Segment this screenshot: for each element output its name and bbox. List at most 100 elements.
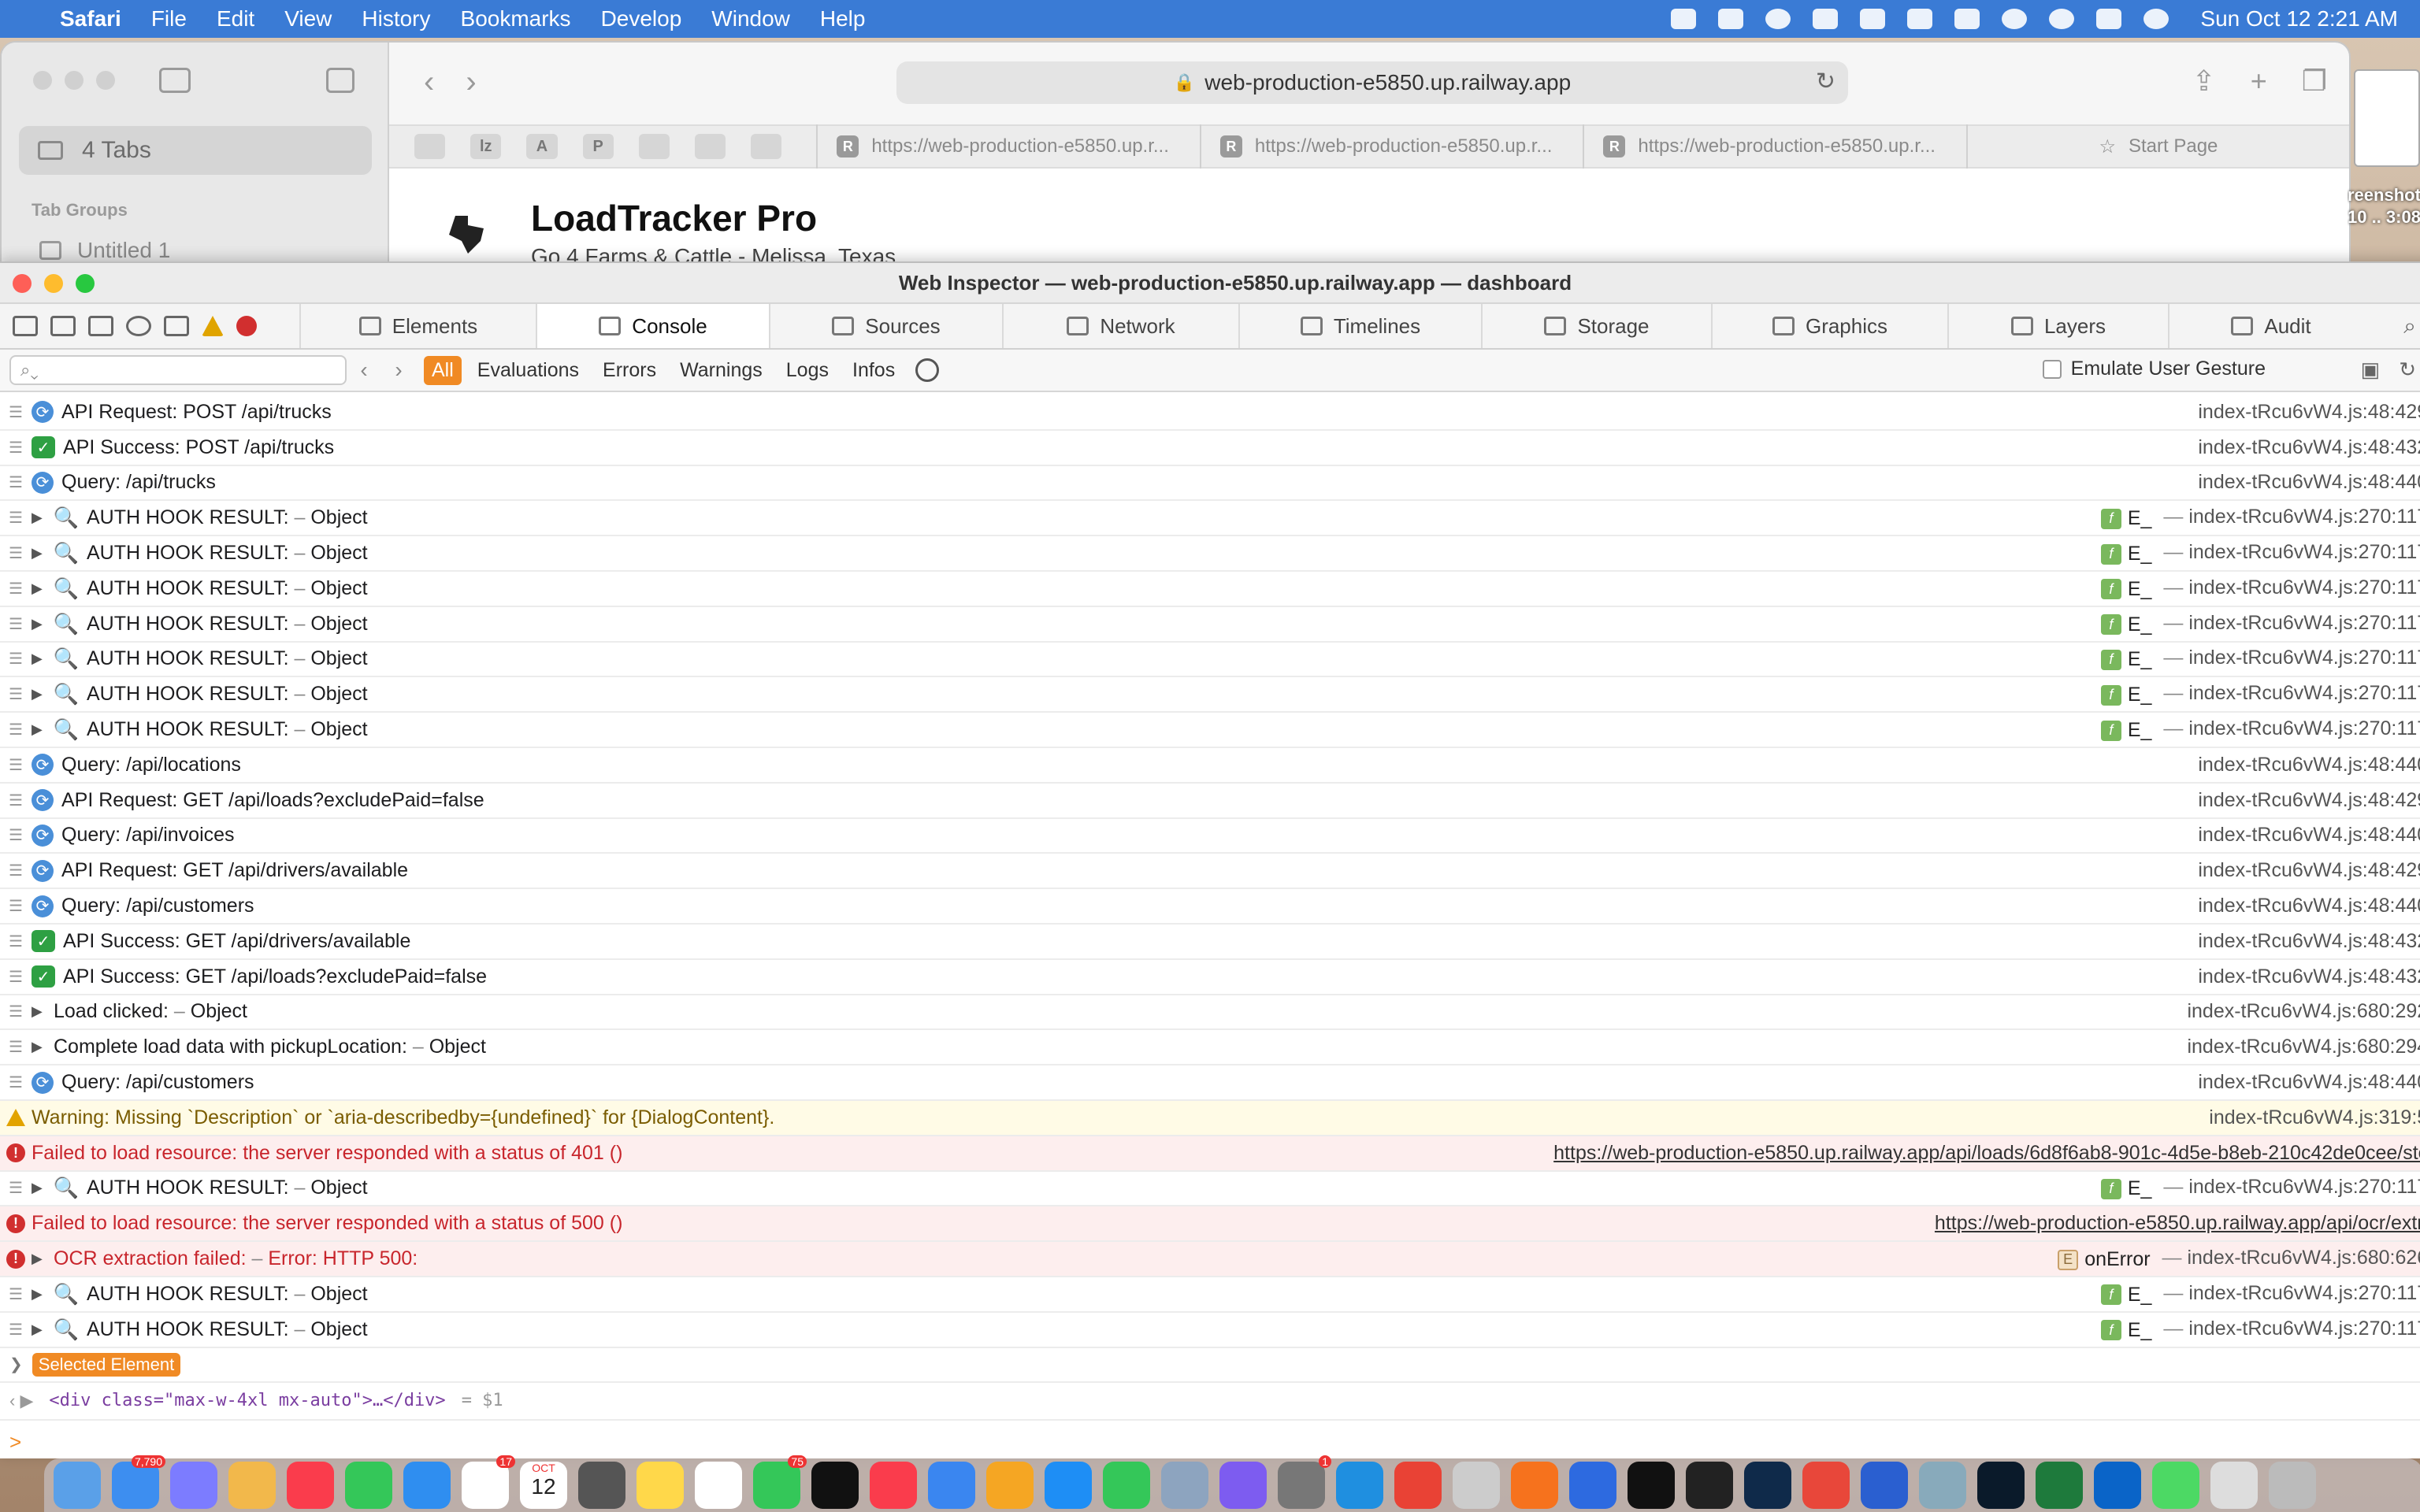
pages-icon[interactable] bbox=[986, 1462, 1034, 1509]
previous-icon[interactable]: ‹ bbox=[360, 358, 367, 383]
calendar-icon[interactable]: OCT 12 bbox=[520, 1462, 567, 1509]
messages-icon[interactable]: 75 bbox=[753, 1455, 807, 1509]
disclosure-triangle-icon[interactable]: ▶ bbox=[32, 1180, 54, 1196]
notes-icon[interactable] bbox=[637, 1462, 684, 1509]
source-location-link[interactable]: index-tRcu6vW4.js:270:11773 bbox=[2188, 576, 2420, 598]
favorite-ramp-icon[interactable] bbox=[638, 134, 670, 159]
element-picker-icon[interactable] bbox=[126, 316, 151, 336]
reload-icon[interactable]: ↻ bbox=[1816, 68, 1835, 95]
disclosure-triangle-icon[interactable]: ▶ bbox=[32, 1003, 54, 1020]
resource-link[interactable]: https://web-production-e5850.up.railway.… bbox=[1553, 1142, 2420, 1164]
filter-errors[interactable]: Errors bbox=[595, 356, 664, 385]
console-log-row[interactable]: ☰ ▶ 🔍 AUTH HOOK RESULT: – Object f E_ — index… bbox=[0, 713, 2420, 748]
next-icon[interactable]: › bbox=[395, 358, 402, 383]
menu-help[interactable]: Help bbox=[820, 6, 866, 32]
console-filter-input[interactable]: ⌕⌄ bbox=[9, 355, 347, 385]
reminders-icon[interactable]: 17 bbox=[462, 1455, 515, 1509]
disclosure-triangle-icon[interactable]: ▶ bbox=[32, 545, 54, 561]
cloud-upload-icon[interactable] bbox=[1802, 1462, 1850, 1509]
console-log-row[interactable]: ☰ ⟳ Query: /api/locations index-tRcu6vW4.js… bbox=[0, 748, 2420, 784]
call-frame[interactable]: f E_ bbox=[2100, 578, 2151, 601]
filter-options-icon[interactable] bbox=[915, 358, 940, 382]
favorite-flow-icon[interactable] bbox=[694, 134, 726, 159]
back-icon[interactable]: ‹ bbox=[424, 65, 466, 99]
emulate-checkbox[interactable] bbox=[2042, 359, 2062, 379]
source-location-link[interactable]: index-tRcu6vW4.js:48:44030 bbox=[2198, 895, 2420, 917]
preview-icon[interactable] bbox=[1161, 1462, 1208, 1509]
vpn-icon[interactable] bbox=[1860, 9, 1886, 29]
call-frame[interactable]: f E_ bbox=[2100, 613, 2151, 636]
resource-link[interactable]: https://web-production-e5850.up.railway.… bbox=[1935, 1212, 2420, 1234]
source-location-link[interactable]: index-tRcu6vW4.js:270:11773 bbox=[2188, 1282, 2420, 1304]
filter-logs[interactable]: Logs bbox=[778, 356, 837, 385]
edge-icon[interactable] bbox=[1336, 1462, 1383, 1509]
console-error-row[interactable]: ! ▶ OCR extraction failed: – Error: HTTP 5… bbox=[0, 1242, 2420, 1277]
source-location-link[interactable]: index-tRcu6vW4.js:48:43257 bbox=[2198, 930, 2420, 952]
bluetooth-icon[interactable] bbox=[1907, 9, 1933, 29]
xcode-cloud-icon[interactable] bbox=[1744, 1462, 1791, 1509]
log-object[interactable]: Object bbox=[310, 1177, 367, 1199]
console-prompt[interactable]: > bbox=[0, 1421, 2420, 1460]
launchpad-icon[interactable] bbox=[170, 1462, 217, 1509]
dom-snippet[interactable]: <div class="max-w-4xl mx-auto">…</div> bbox=[49, 1391, 445, 1410]
battery-icon[interactable] bbox=[1954, 9, 1980, 29]
log-object[interactable]: Object bbox=[310, 718, 367, 740]
log-object[interactable]: Object bbox=[310, 1283, 367, 1305]
console-log-row[interactable]: ☰ ▶ 🔍 AUTH HOOK RESULT: – Object f E_ — index… bbox=[0, 572, 2420, 607]
console-log-row[interactable]: ☰ ⟳ Query: /api/customers index-tRcu6vW4.js… bbox=[0, 1065, 2420, 1101]
console-log-row[interactable]: ☰ ✓ API Success: GET /api/loads?excludePai… bbox=[0, 960, 2420, 995]
menu-history[interactable]: History bbox=[362, 6, 430, 32]
remote-desktop-icon[interactable] bbox=[1569, 1462, 1616, 1509]
source-location-link[interactable]: index-tRcu6vW4.js:48:43257 bbox=[2198, 965, 2420, 988]
console-log-row[interactable]: ☰ ⟳ API Request: POST /api/trucks index-tRc… bbox=[0, 395, 2420, 431]
disclosure-triangle-icon[interactable]: ▶ bbox=[32, 1321, 54, 1338]
source-location-link[interactable]: index-tRcu6vW4.js:48:44030 bbox=[2198, 754, 2420, 776]
favorite-globe-icon[interactable] bbox=[751, 134, 782, 159]
browser-tab[interactable]: Rhttps://web-production-e5850.up.r... bbox=[1583, 124, 1966, 169]
dock-left-icon[interactable] bbox=[13, 316, 38, 336]
source-location-link[interactable]: index-tRcu6vW4.js:270:11773 bbox=[2188, 1317, 2420, 1340]
safari-icon[interactable] bbox=[403, 1462, 451, 1509]
menu-app-name[interactable]: Safari bbox=[60, 6, 121, 32]
menu-window[interactable]: Window bbox=[711, 6, 790, 32]
siri-icon[interactable] bbox=[2143, 9, 2169, 29]
minimize-button[interactable] bbox=[65, 71, 84, 90]
source-location-link[interactable]: index-tRcu6vW4.js:680:29213 bbox=[2187, 1000, 2420, 1022]
expand-icon[interactable]: ❯ bbox=[9, 1354, 23, 1374]
console-log-row[interactable]: ☰ ▶ 🔍 AUTH HOOK RESULT: – Object f E_ — index… bbox=[0, 677, 2420, 713]
tab-timelines[interactable]: Timelines bbox=[1238, 304, 1481, 348]
favorite-p[interactable]: P bbox=[582, 134, 614, 159]
log-object[interactable]: Object bbox=[191, 1000, 247, 1022]
call-frame[interactable]: f E_ bbox=[2100, 1319, 2151, 1342]
call-frame[interactable]: f E_ bbox=[2100, 507, 2151, 530]
close-button[interactable] bbox=[13, 274, 32, 293]
disclosure-triangle-icon[interactable]: ▶ bbox=[32, 616, 54, 632]
apple-tv-icon[interactable] bbox=[811, 1462, 859, 1509]
source-location-link[interactable]: index-tRcu6vW4.js:680:29403 bbox=[2187, 1036, 2420, 1058]
source-location-link[interactable]: index-tRcu6vW4.js:270:11773 bbox=[2188, 1176, 2420, 1198]
console-log-row[interactable]: ☰ ▶ 🔍 AUTH HOOK RESULT: – Object f E_ — index… bbox=[0, 643, 2420, 678]
disclosure-triangle-icon[interactable]: ▶ bbox=[32, 1039, 54, 1055]
source-location-link[interactable]: index-tRcu6vW4.js:270:11773 bbox=[2188, 682, 2420, 704]
tab-network[interactable]: Network bbox=[1002, 304, 1238, 348]
finder-icon[interactable] bbox=[54, 1462, 101, 1509]
menu-view[interactable]: View bbox=[284, 6, 332, 32]
emulate-user-gesture[interactable]: Emulate User Gesture bbox=[2042, 358, 2266, 380]
favorite-lz[interactable]: lz bbox=[470, 134, 502, 159]
tab-graphics[interactable]: Graphics bbox=[1711, 304, 1947, 348]
call-frame[interactable]: f E_ bbox=[2100, 719, 2151, 742]
numbers-icon[interactable] bbox=[1103, 1462, 1150, 1509]
printer-icon[interactable] bbox=[1861, 1462, 1908, 1509]
source-location-link[interactable]: index-tRcu6vW4.js:48:44030 bbox=[2198, 1071, 2420, 1093]
log-object[interactable]: Object bbox=[310, 683, 367, 705]
forward-icon[interactable]: › bbox=[466, 65, 507, 99]
app-status-icon[interactable] bbox=[1718, 9, 1744, 29]
source-location-link[interactable]: index-tRcu6vW4.js:48:43257 bbox=[2198, 436, 2420, 458]
control-center-icon[interactable] bbox=[2096, 9, 2122, 29]
console-log-row[interactable]: ☰ ✓ API Success: POST /api/trucks index-tRc… bbox=[0, 431, 2420, 466]
scanner-icon[interactable] bbox=[1919, 1462, 1966, 1509]
console-error-row[interactable]: ! Failed to load resource: the server res… bbox=[0, 1206, 2420, 1243]
call-frame[interactable]: f E_ bbox=[2100, 543, 2151, 565]
sidebar-item-untitled-group[interactable]: Untitled 1 bbox=[39, 238, 170, 263]
chat-icon[interactable] bbox=[2152, 1462, 2199, 1509]
